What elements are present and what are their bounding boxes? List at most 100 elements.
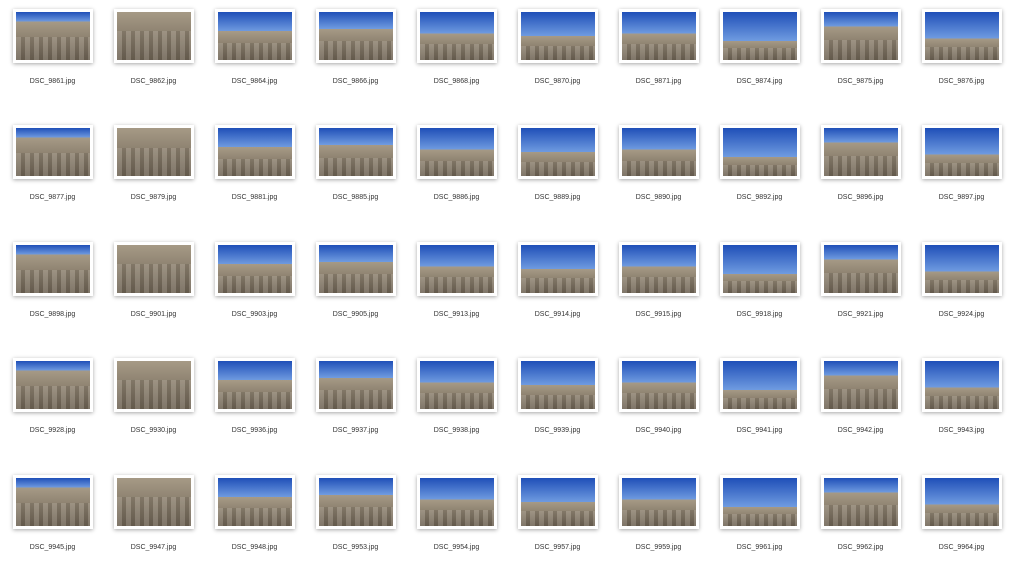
file-item[interactable]: DSC_9885.jpg [305, 116, 406, 232]
image-thumbnail[interactable] [214, 9, 295, 63]
file-item[interactable]: DSC_9943.jpg [911, 349, 1012, 465]
file-name-label[interactable]: DSC_9942.jpg [811, 427, 911, 434]
image-thumbnail[interactable] [315, 474, 396, 529]
file-name-label[interactable]: DSC_9953.jpg [306, 544, 406, 551]
image-thumbnail[interactable] [214, 474, 295, 529]
file-item[interactable]: DSC_9901.jpg [103, 233, 204, 349]
file-item[interactable]: DSC_9915.jpg [608, 233, 709, 349]
file-item[interactable]: DSC_9941.jpg [709, 349, 810, 465]
file-item[interactable]: DSC_9940.jpg [608, 349, 709, 465]
file-item[interactable]: DSC_9877.jpg [2, 116, 103, 232]
image-thumbnail[interactable] [618, 241, 699, 296]
file-name-label[interactable]: DSC_9862.jpg [104, 78, 204, 85]
file-item[interactable]: DSC_9928.jpg [2, 349, 103, 465]
file-name-label[interactable]: DSC_9897.jpg [912, 194, 1012, 201]
file-name-label[interactable]: DSC_9948.jpg [205, 544, 305, 551]
image-thumbnail[interactable] [416, 358, 497, 413]
file-item[interactable]: DSC_9866.jpg [305, 0, 406, 116]
file-name-label[interactable]: DSC_9871.jpg [609, 78, 709, 85]
file-name-label[interactable]: DSC_9861.jpg [3, 78, 103, 85]
file-item[interactable]: DSC_9913.jpg [406, 233, 507, 349]
file-name-label[interactable]: DSC_9930.jpg [104, 427, 204, 434]
file-item[interactable]: DSC_9937.jpg [305, 349, 406, 465]
image-thumbnail[interactable] [416, 9, 497, 63]
image-thumbnail[interactable] [517, 9, 598, 63]
file-name-label[interactable]: DSC_9901.jpg [104, 311, 204, 318]
file-name-label[interactable]: DSC_9937.jpg [306, 427, 406, 434]
file-name-label[interactable]: DSC_9914.jpg [508, 311, 608, 318]
image-thumbnail[interactable] [12, 358, 93, 413]
file-item[interactable]: DSC_9875.jpg [810, 0, 911, 116]
image-thumbnail[interactable] [820, 241, 901, 296]
file-name-label[interactable]: DSC_9918.jpg [710, 311, 810, 318]
file-name-label[interactable]: DSC_9936.jpg [205, 427, 305, 434]
image-thumbnail[interactable] [618, 125, 699, 180]
file-name-label[interactable]: DSC_9924.jpg [912, 311, 1012, 318]
file-name-label[interactable]: DSC_9961.jpg [710, 544, 810, 551]
image-thumbnail[interactable] [921, 9, 1002, 63]
image-thumbnail[interactable] [113, 474, 194, 529]
image-thumbnail[interactable] [113, 125, 194, 180]
image-thumbnail[interactable] [820, 358, 901, 413]
file-name-label[interactable]: DSC_9889.jpg [508, 194, 608, 201]
file-item[interactable]: DSC_9921.jpg [810, 233, 911, 349]
file-name-label[interactable]: DSC_9877.jpg [3, 194, 103, 201]
image-thumbnail[interactable] [113, 241, 194, 296]
image-thumbnail[interactable] [820, 125, 901, 180]
file-name-label[interactable]: DSC_9964.jpg [912, 544, 1012, 551]
image-thumbnail[interactable] [921, 358, 1002, 413]
file-item[interactable]: DSC_9962.jpg [810, 466, 911, 582]
file-item[interactable]: DSC_9903.jpg [204, 233, 305, 349]
image-thumbnail[interactable] [416, 474, 497, 529]
file-item[interactable]: DSC_9879.jpg [103, 116, 204, 232]
image-thumbnail[interactable] [416, 125, 497, 180]
image-thumbnail[interactable] [315, 125, 396, 180]
file-name-label[interactable]: DSC_9959.jpg [609, 544, 709, 551]
file-name-label[interactable]: DSC_9940.jpg [609, 427, 709, 434]
image-thumbnail[interactable] [12, 474, 93, 529]
image-thumbnail[interactable] [517, 474, 598, 529]
image-thumbnail[interactable] [416, 241, 497, 296]
file-item[interactable]: DSC_9897.jpg [911, 116, 1012, 232]
file-name-label[interactable]: DSC_9957.jpg [508, 544, 608, 551]
file-item[interactable]: DSC_9930.jpg [103, 349, 204, 465]
file-name-label[interactable]: DSC_9903.jpg [205, 311, 305, 318]
file-item[interactable]: DSC_9954.jpg [406, 466, 507, 582]
file-name-label[interactable]: DSC_9870.jpg [508, 78, 608, 85]
file-name-label[interactable]: DSC_9939.jpg [508, 427, 608, 434]
image-thumbnail[interactable] [719, 125, 800, 180]
image-thumbnail[interactable] [719, 241, 800, 296]
file-item[interactable]: DSC_9868.jpg [406, 0, 507, 116]
file-item[interactable]: DSC_9938.jpg [406, 349, 507, 465]
file-name-label[interactable]: DSC_9885.jpg [306, 194, 406, 201]
image-thumbnail[interactable] [820, 474, 901, 529]
image-thumbnail[interactable] [517, 125, 598, 180]
file-name-label[interactable]: DSC_9876.jpg [912, 78, 1012, 85]
file-item[interactable]: DSC_9870.jpg [507, 0, 608, 116]
image-thumbnail[interactable] [618, 474, 699, 529]
image-thumbnail[interactable] [719, 9, 800, 63]
file-name-label[interactable]: DSC_9921.jpg [811, 311, 911, 318]
file-item[interactable]: DSC_9892.jpg [709, 116, 810, 232]
image-thumbnail[interactable] [921, 125, 1002, 180]
image-thumbnail[interactable] [517, 241, 598, 296]
file-item[interactable]: DSC_9964.jpg [911, 466, 1012, 582]
file-name-label[interactable]: DSC_9938.jpg [407, 427, 507, 434]
file-item[interactable]: DSC_9945.jpg [2, 466, 103, 582]
image-thumbnail[interactable] [12, 125, 93, 180]
file-name-label[interactable]: DSC_9879.jpg [104, 194, 204, 201]
image-thumbnail[interactable] [921, 241, 1002, 296]
file-name-label[interactable]: DSC_9928.jpg [3, 427, 103, 434]
file-item[interactable]: DSC_9861.jpg [2, 0, 103, 116]
image-thumbnail[interactable] [517, 358, 598, 413]
file-item[interactable]: DSC_9948.jpg [204, 466, 305, 582]
file-item[interactable]: DSC_9936.jpg [204, 349, 305, 465]
file-item[interactable]: DSC_9957.jpg [507, 466, 608, 582]
image-thumbnail[interactable] [315, 241, 396, 296]
image-thumbnail[interactable] [315, 358, 396, 413]
image-thumbnail[interactable] [719, 474, 800, 529]
file-item[interactable]: DSC_9947.jpg [103, 466, 204, 582]
file-name-label[interactable]: DSC_9896.jpg [811, 194, 911, 201]
image-thumbnail[interactable] [921, 474, 1002, 529]
file-name-label[interactable]: DSC_9947.jpg [104, 544, 204, 551]
